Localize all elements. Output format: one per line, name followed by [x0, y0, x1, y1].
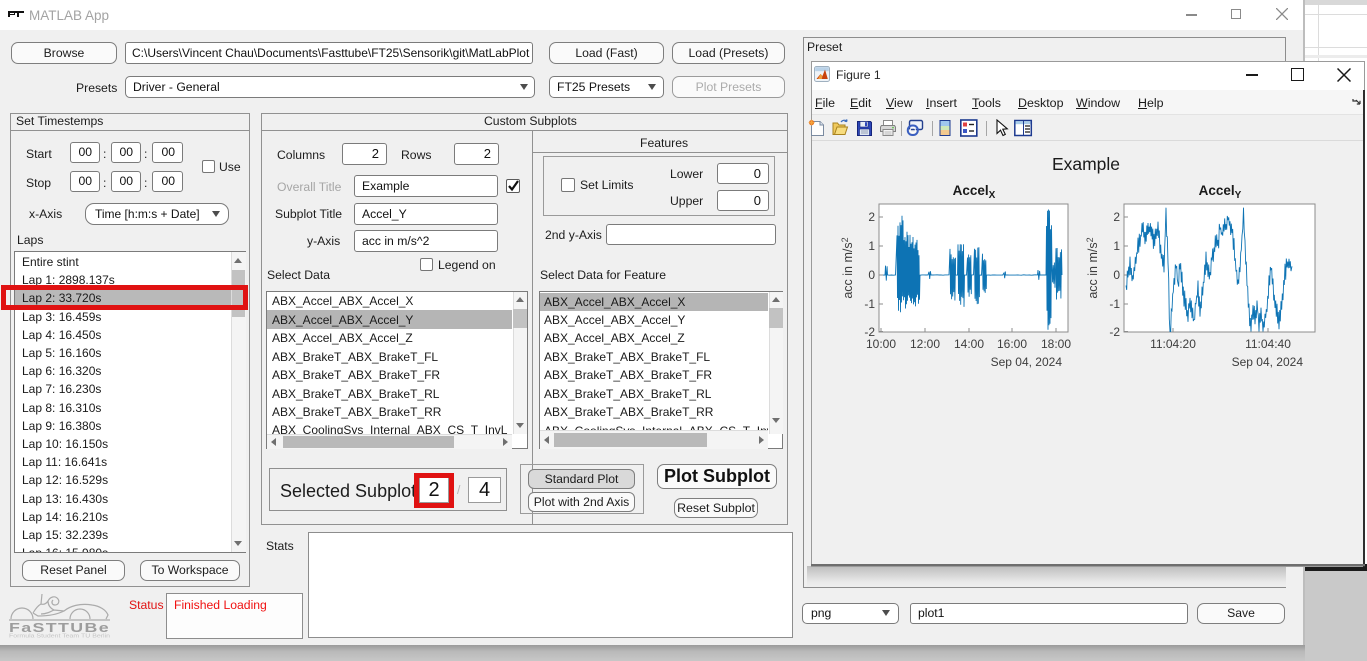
- svg-text:10:00: 10:00: [866, 337, 896, 351]
- svg-text:16:00: 16:00: [997, 337, 1027, 351]
- svg-text:-1: -1: [864, 297, 875, 311]
- svg-text:Example: Example: [1052, 154, 1120, 174]
- svg-text:Formula Student Team TU Berlin: Formula Student Team TU Berlin: [9, 634, 110, 639]
- svg-text:2: 2: [868, 210, 875, 224]
- svg-text:Sep 04, 2024: Sep 04, 2024: [991, 355, 1063, 369]
- svg-text:-1: -1: [1109, 297, 1120, 311]
- svg-text:2: 2: [1113, 210, 1120, 224]
- svg-text:Sep 04, 2024: Sep 04, 2024: [1232, 355, 1304, 369]
- svg-text:acc in m/s2: acc in m/s2: [1085, 237, 1100, 298]
- svg-text:1: 1: [1113, 239, 1120, 253]
- svg-text:1: 1: [868, 239, 875, 253]
- svg-text:-2: -2: [1109, 325, 1120, 339]
- svg-text:0: 0: [1113, 268, 1120, 282]
- svg-text:12:00: 12:00: [910, 337, 940, 351]
- svg-text:acc in m/s2: acc in m/s2: [840, 237, 855, 298]
- svg-text:14:00: 14:00: [954, 337, 984, 351]
- svg-text:0: 0: [868, 268, 875, 282]
- svg-text:11:04:20: 11:04:20: [1150, 337, 1196, 351]
- svg-text:18:00: 18:00: [1041, 337, 1071, 351]
- svg-text:11:04:40: 11:04:40: [1245, 337, 1291, 351]
